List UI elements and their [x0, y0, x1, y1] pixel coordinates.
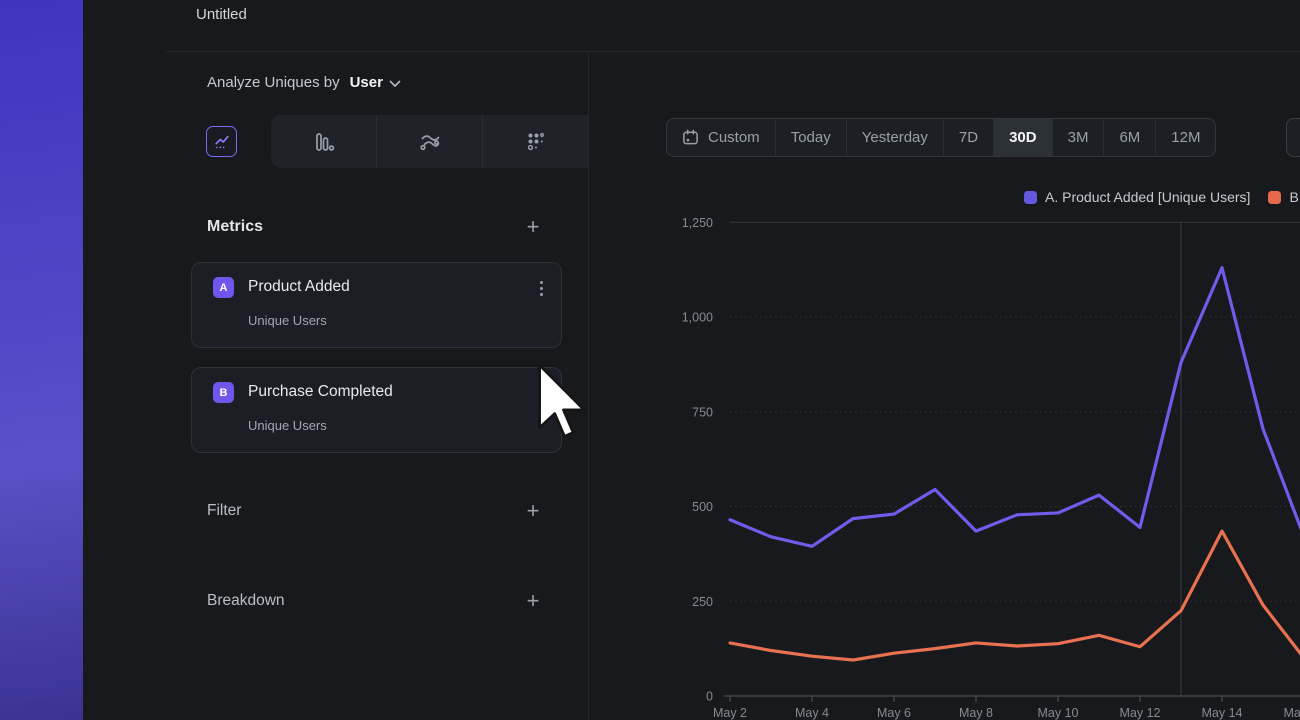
add-metric-button[interactable]: +	[524, 217, 542, 237]
header-divider	[166, 51, 1300, 52]
flow-icon	[418, 130, 442, 154]
range-12m[interactable]: 12M	[1155, 119, 1215, 156]
metric-menu-button[interactable]	[538, 384, 545, 403]
range-label: 30D	[1009, 129, 1037, 146]
svg-text:May 2: May 2	[713, 706, 747, 720]
analyze-label: Analyze Uniques by	[207, 74, 340, 91]
range-label: Today	[791, 129, 831, 146]
svg-text:750: 750	[692, 405, 713, 419]
legend-label: A. Product Added [Unique Users]	[1045, 189, 1250, 205]
range-custom[interactable]: Custom	[667, 119, 775, 156]
legend-item-purchase-completed[interactable]: B. Purchase Completed [Unique Users]	[1268, 189, 1300, 205]
range-30d[interactable]: 30D	[993, 119, 1052, 156]
metric-subtitle: Unique Users	[248, 313, 327, 328]
range-today[interactable]: Today	[775, 119, 846, 156]
tab-flow[interactable]	[376, 115, 482, 168]
svg-text:May 10: May 10	[1038, 706, 1079, 720]
app-window: Untitled Analyze Uniques by User	[83, 0, 1300, 720]
view-tabs-strip	[271, 115, 588, 168]
metric-badge-a: A	[213, 277, 234, 298]
range-3m[interactable]: 3M	[1052, 119, 1104, 156]
metrics-section-title: Metrics	[207, 218, 263, 236]
analyze-uniques-dropdown[interactable]: Analyze Uniques by User	[207, 74, 401, 91]
metric-name: Product Added	[248, 278, 350, 296]
range-6m[interactable]: 6M	[1103, 119, 1155, 156]
range-label: Custom	[708, 129, 760, 146]
line-chart: 0 250 500 750 1,000 1,250 May 2 May 4 May 6 May 8…	[588, 205, 1300, 720]
screen: { "window": { "title": "Untitled" }, "si…	[0, 0, 1300, 720]
svg-text:250: 250	[692, 595, 713, 609]
chart-canvas: 0 250 500 750 1,000 1,250 May 2 May 4 May 6 May 8…	[588, 205, 1300, 720]
compare-button[interactable]: Compare	[1286, 118, 1300, 157]
svg-text:May 4: May 4	[795, 706, 829, 720]
bar-chart-icon	[312, 130, 336, 154]
chevron-down-icon	[389, 80, 401, 88]
svg-text:May 16: May 16	[1284, 706, 1300, 720]
svg-text:1,250: 1,250	[682, 216, 713, 230]
metric-menu-button[interactable]	[538, 279, 545, 298]
range-label: 12M	[1171, 129, 1200, 146]
metric-subtitle: Unique Users	[248, 418, 327, 433]
svg-text:500: 500	[692, 500, 713, 514]
range-label: 7D	[959, 129, 978, 146]
metric-badge-b: B	[213, 382, 234, 403]
grid-dots-icon	[524, 130, 548, 154]
svg-text:May 12: May 12	[1120, 706, 1161, 720]
metric-name: Purchase Completed	[248, 383, 393, 401]
legend-swatch-purple	[1024, 191, 1037, 204]
tab-grid-dots[interactable]	[482, 115, 588, 168]
analyze-value: User	[350, 74, 383, 91]
range-label: Yesterday	[862, 129, 928, 146]
calendar-icon	[682, 129, 699, 146]
svg-text:May 14: May 14	[1202, 706, 1243, 720]
time-range-group: Custom Today Yesterday 7D 30D 3M 6M 12M	[666, 118, 1216, 157]
legend-label: B. Purchase Completed [Unique Users]	[1289, 189, 1300, 205]
breakdown-section-title: Breakdown	[207, 592, 285, 610]
range-label: 6M	[1119, 129, 1140, 146]
legend-swatch-orange	[1268, 191, 1281, 204]
tab-bar-chart[interactable]	[271, 115, 376, 168]
svg-text:May 8: May 8	[959, 706, 993, 720]
add-filter-button[interactable]: +	[524, 501, 542, 521]
filter-section-title: Filter	[207, 502, 241, 520]
range-yesterday[interactable]: Yesterday	[846, 119, 943, 156]
add-breakdown-button[interactable]: +	[524, 591, 542, 611]
svg-text:1,000: 1,000	[682, 311, 713, 325]
range-label: 3M	[1068, 129, 1089, 146]
tab-line-chart[interactable]	[206, 126, 237, 157]
metric-card-product-added[interactable]: A Product Added Unique Users	[191, 262, 562, 348]
legend-item-product-added[interactable]: A. Product Added [Unique Users]	[1024, 189, 1250, 205]
line-chart-icon	[212, 132, 232, 152]
range-7d[interactable]: 7D	[943, 119, 993, 156]
metric-card-purchase-completed[interactable]: B Purchase Completed Unique Users	[191, 367, 562, 453]
report-title[interactable]: Untitled	[196, 6, 247, 23]
chart-legend: A. Product Added [Unique Users] B. Purch…	[1024, 189, 1300, 205]
svg-text:0: 0	[706, 690, 713, 704]
svg-text:May 6: May 6	[877, 706, 911, 720]
